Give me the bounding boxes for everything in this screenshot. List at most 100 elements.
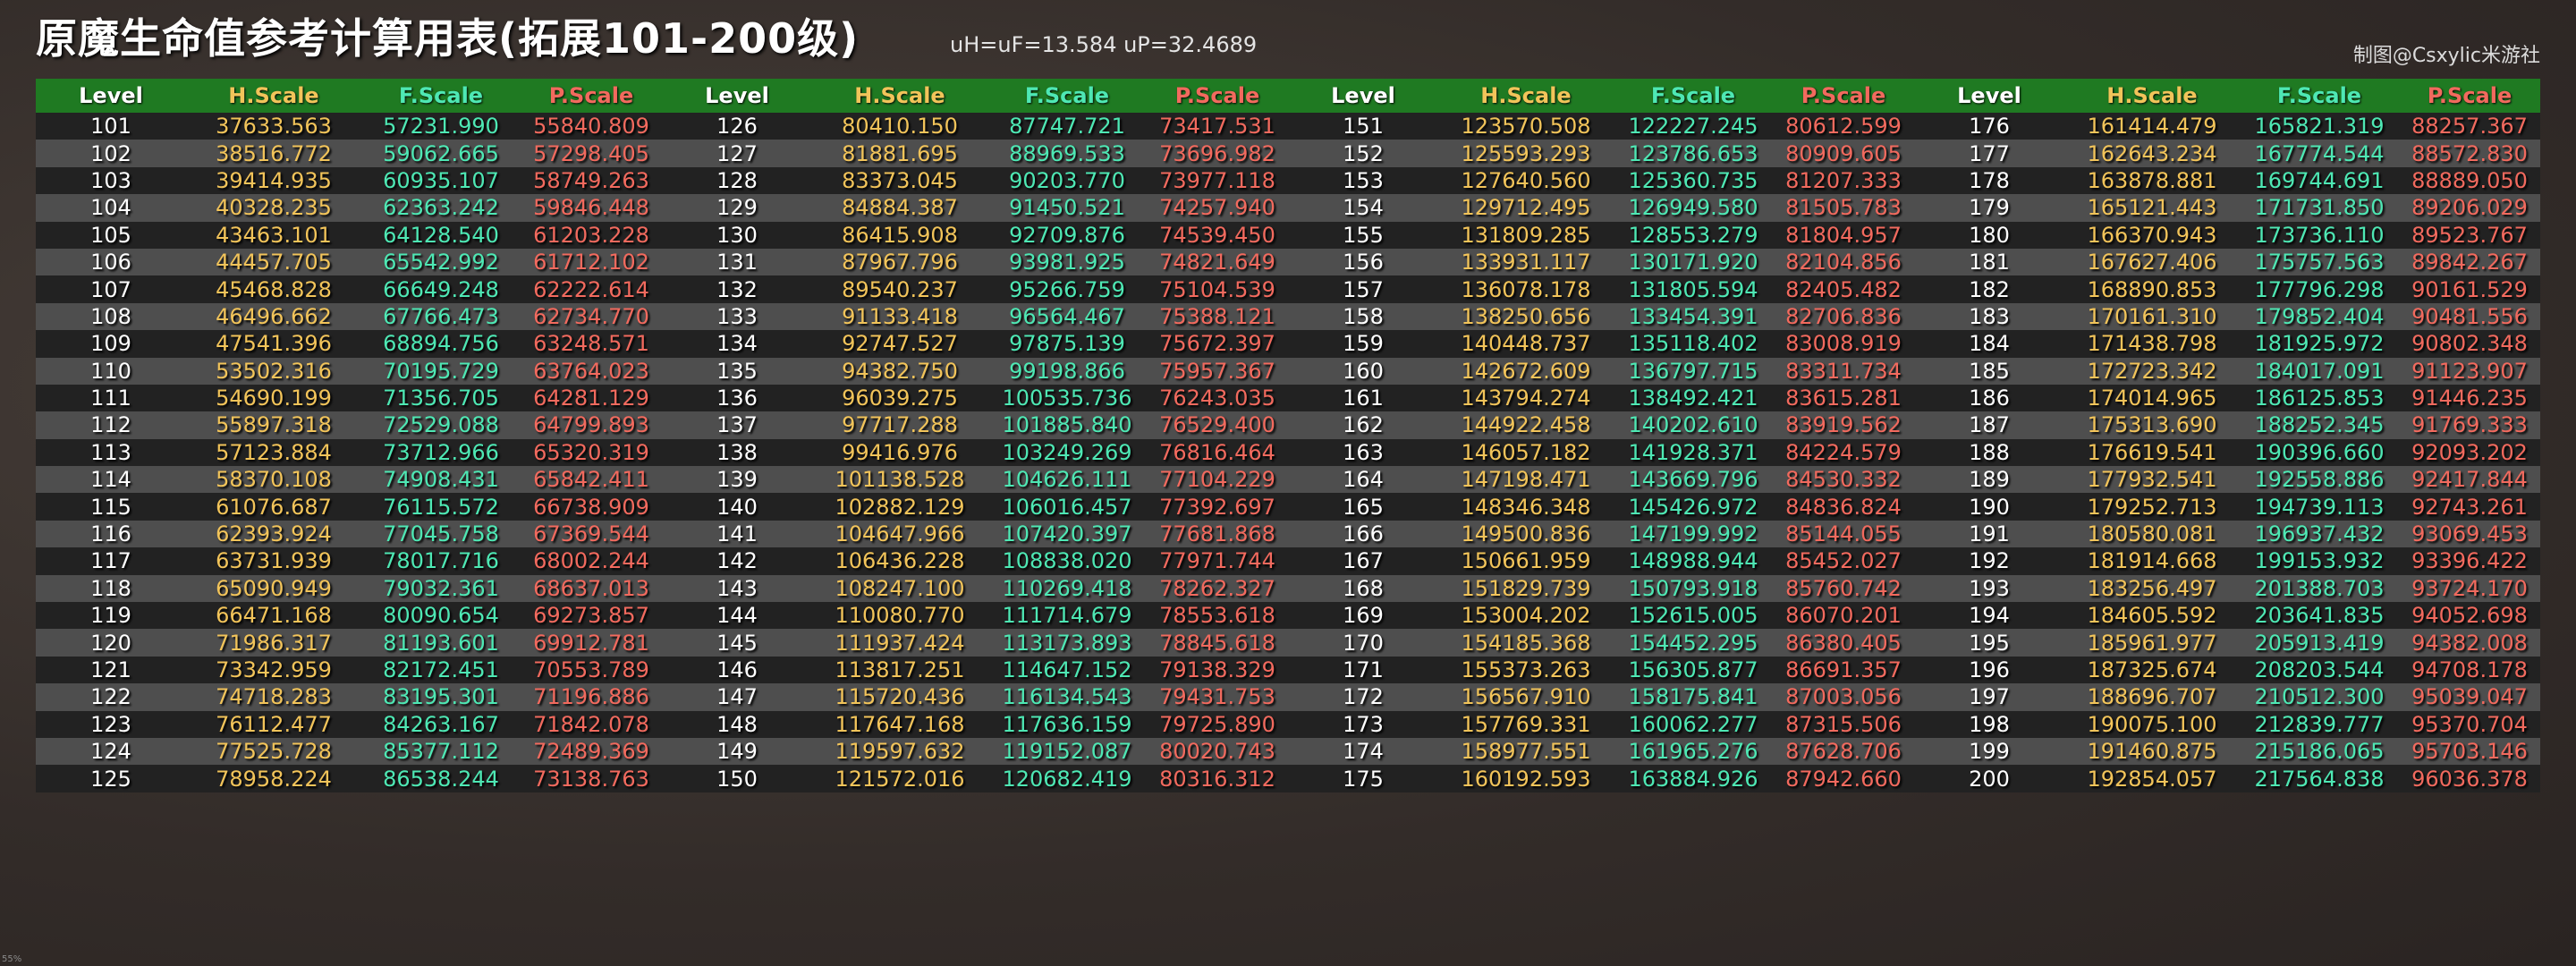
cell-level: 189 — [1914, 466, 2064, 494]
cell-h-scale: 181914.668 — [2064, 547, 2240, 575]
cell-h-scale: 180580.081 — [2064, 520, 2240, 548]
cell-f-scale: 120682.419 — [987, 765, 1147, 792]
cell-h-scale: 131809.285 — [1438, 221, 1614, 249]
cell-level: 167 — [1288, 547, 1438, 575]
cell-p-scale: 92743.261 — [2399, 493, 2540, 521]
cell-level: 104 — [36, 194, 186, 222]
cell-p-scale: 82104.856 — [1773, 248, 1914, 276]
cell-p-scale: 85452.027 — [1773, 547, 1914, 575]
cell-level: 195 — [1914, 629, 2064, 657]
cell-h-scale: 99416.976 — [812, 438, 987, 467]
cell-h-scale: 168890.853 — [2064, 275, 2240, 303]
cell-p-scale: 69912.781 — [521, 629, 662, 657]
cell-p-scale: 81207.333 — [1773, 166, 1914, 195]
cell-p-scale: 88257.367 — [2399, 113, 2540, 140]
cell-p-scale: 85760.742 — [1773, 574, 1914, 603]
header-f-scale: F.Scale — [361, 79, 521, 113]
cell-f-scale: 199153.932 — [2240, 547, 2399, 575]
cell-p-scale: 61203.228 — [521, 221, 662, 249]
zoom-level: 55% — [2, 954, 22, 964]
cell-p-scale: 84530.332 — [1773, 466, 1914, 494]
cell-p-scale: 77104.229 — [1147, 466, 1288, 494]
cell-p-scale: 84836.824 — [1773, 493, 1914, 521]
cell-f-scale: 215186.065 — [2240, 737, 2399, 766]
cell-h-scale: 73342.959 — [186, 656, 361, 684]
cell-f-scale: 138492.421 — [1614, 384, 1773, 412]
cell-f-scale: 84263.167 — [361, 710, 521, 738]
cell-level: 134 — [662, 330, 812, 358]
cell-level: 120 — [36, 629, 186, 657]
cell-p-scale: 79138.329 — [1147, 656, 1288, 684]
cell-level: 178 — [1914, 166, 2064, 195]
cell-h-scale: 81881.695 — [812, 140, 987, 167]
cell-f-scale: 91450.521 — [987, 194, 1147, 222]
cell-level: 109 — [36, 330, 186, 358]
cell-h-scale: 154185.368 — [1438, 629, 1614, 657]
cell-level: 141 — [662, 520, 812, 548]
cell-p-scale: 67369.544 — [521, 520, 662, 548]
cell-f-scale: 62363.242 — [361, 194, 521, 222]
cell-level: 105 — [36, 221, 186, 249]
cell-level: 148 — [662, 710, 812, 738]
table-row: 110 53502.316 70195.729 63764.023 135 94382.7… — [36, 357, 2540, 385]
cell-level: 198 — [1914, 710, 2064, 738]
cell-p-scale: 91123.907 — [2399, 357, 2540, 385]
cell-h-scale: 84884.387 — [812, 194, 987, 222]
cell-level: 117 — [36, 547, 186, 575]
cell-h-scale: 160192.593 — [1438, 765, 1614, 792]
cell-p-scale: 66738.909 — [521, 493, 662, 521]
cell-f-scale: 160062.277 — [1614, 710, 1773, 738]
cell-f-scale: 163884.926 — [1614, 765, 1773, 792]
cell-level: 169 — [1288, 602, 1438, 630]
header-p-scale: P.Scale — [2399, 79, 2540, 113]
cell-f-scale: 203641.835 — [2240, 602, 2399, 630]
cell-p-scale: 75388.121 — [1147, 302, 1288, 331]
header-p-scale: P.Scale — [1147, 79, 1288, 113]
cell-h-scale: 176619.541 — [2064, 438, 2240, 467]
cell-f-scale: 156305.877 — [1614, 656, 1773, 684]
cell-p-scale: 90802.348 — [2399, 330, 2540, 358]
cell-level: 102 — [36, 140, 186, 167]
cell-f-scale: 99198.866 — [987, 357, 1147, 385]
cell-h-scale: 91133.418 — [812, 302, 987, 331]
cell-h-scale: 170161.310 — [2064, 302, 2240, 331]
cell-p-scale: 95039.047 — [2399, 683, 2540, 711]
cell-level: 115 — [36, 493, 186, 521]
cell-f-scale: 70195.729 — [361, 357, 521, 385]
cell-level: 147 — [662, 683, 812, 711]
cell-level: 128 — [662, 166, 812, 195]
cell-h-scale: 184605.592 — [2064, 602, 2240, 630]
cell-f-scale: 169744.691 — [2240, 166, 2399, 195]
header-level: Level — [1288, 79, 1438, 113]
table-row: 109 47541.396 68894.756 63248.571 134 92747.5… — [36, 330, 2540, 358]
cell-h-scale: 172723.342 — [2064, 357, 2240, 385]
cell-f-scale: 85377.112 — [361, 737, 521, 766]
cell-level: 197 — [1914, 683, 2064, 711]
cell-level: 107 — [36, 275, 186, 303]
cell-p-scale: 80612.599 — [1773, 113, 1914, 140]
cell-h-scale: 110080.770 — [812, 602, 987, 630]
cell-f-scale: 150793.918 — [1614, 574, 1773, 603]
cell-f-scale: 154452.295 — [1614, 629, 1773, 657]
cell-h-scale: 179252.713 — [2064, 493, 2240, 521]
cell-p-scale: 86070.201 — [1773, 602, 1914, 630]
cell-h-scale: 121572.016 — [812, 765, 987, 792]
cell-f-scale: 179852.404 — [2240, 302, 2399, 331]
cell-h-scale: 47541.396 — [186, 330, 361, 358]
cell-level: 152 — [1288, 140, 1438, 167]
cell-f-scale: 83195.301 — [361, 683, 521, 711]
cell-level: 150 — [662, 765, 812, 792]
cell-level: 136 — [662, 384, 812, 412]
cell-h-scale: 45468.828 — [186, 275, 361, 303]
cell-p-scale: 96036.378 — [2399, 765, 2540, 792]
cell-p-scale: 93069.453 — [2399, 520, 2540, 548]
cell-h-scale: 94382.750 — [812, 357, 987, 385]
cell-f-scale: 201388.703 — [2240, 574, 2399, 603]
cell-h-scale: 76112.477 — [186, 710, 361, 738]
cell-level: 143 — [662, 574, 812, 603]
cell-p-scale: 77392.697 — [1147, 493, 1288, 521]
header-f-scale: F.Scale — [1614, 79, 1773, 113]
cell-h-scale: 155373.263 — [1438, 656, 1614, 684]
cell-p-scale: 75957.367 — [1147, 357, 1288, 385]
cell-h-scale: 113817.251 — [812, 656, 987, 684]
